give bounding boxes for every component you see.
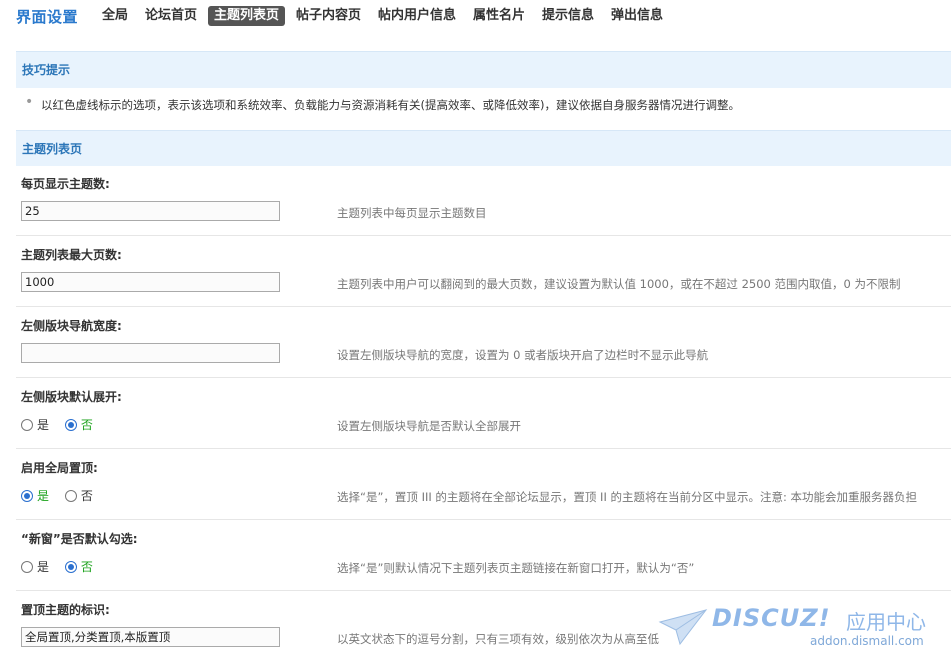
paper-plane-icon [658,609,708,646]
radio-no[interactable] [64,560,77,573]
setting-description: 主题列表中每页显示主题数目 [337,206,487,220]
page-title: 界面设置 [16,8,79,26]
tab-post-user-info[interactable]: 帖内用户信息 [374,6,460,26]
setting-label: 启用全局置顶: [21,461,98,475]
radio-group: 是 否 [21,558,105,574]
tips-header: 技巧提示 [16,51,951,88]
setting-description: 设置左侧版块导航的宽度，设置为 0 或者版块开启了边栏时不显示此导航 [337,348,709,362]
sticky-labels-input[interactable] [21,627,280,647]
tips-title: 技巧提示 [22,63,71,77]
setting-label: 置顶主题的标识: [21,603,110,617]
tab-thread-list[interactable]: 主题列表页 [208,6,286,26]
discuz-logo-text: DISCUZ! [712,604,831,632]
setting-left-nav-width: 左侧版块导航宽度: 设置左侧版块导航的宽度，设置为 0 或者版块开启了边栏时不显… [16,307,951,378]
setting-global-sticky: 启用全局置顶: 是 否 选择“是”，置顶 III 的主题将在全部论坛显示，置顶 … [16,449,951,520]
tab-forum-home[interactable]: 论坛首页 [141,6,201,26]
app-center-text: 应用中心 [846,610,926,634]
tips-content: • 以红色虚线标示的选项，表示该选项和系统效率、负载能力与资源消耗有关(提高效率… [16,88,951,124]
setting-label: 主题列表最大页数: [21,248,122,262]
watermark-url: addon.dismall.com [810,634,924,648]
radio-yes-label[interactable]: 是 [37,487,49,504]
setting-max-pages: 主题列表最大页数: 主题列表中用户可以翻阅到的最大页数，建议设置为默认值 100… [16,236,951,307]
setting-description: 主题列表中用户可以翻阅到的最大页数，建议设置为默认值 1000，或在不超过 25… [337,277,901,291]
setting-label: 每页显示主题数: [21,177,110,191]
radio-group: 是 否 [21,487,105,503]
radio-no-label[interactable]: 否 [81,416,93,433]
radio-no[interactable] [64,418,77,431]
tab-prompt-info[interactable]: 提示信息 [538,6,598,26]
setting-description: 选择“是”则默认情况下主题列表页主题链接在新窗口打开，默认为“否” [337,561,695,575]
tab-post-content[interactable]: 帖子内容页 [292,6,365,26]
setting-new-window-default: “新窗”是否默认勾选: 是 否 选择“是”则默认情况下主题列表页主题链接在新窗口… [16,520,951,591]
radio-yes[interactable] [21,418,33,431]
setting-label: 左侧版块导航宽度: [21,319,122,333]
max-pages-input[interactable] [21,272,280,292]
setting-threads-per-page: 每页显示主题数: 主题列表中每页显示主题数目 [16,165,951,236]
radio-yes[interactable] [21,560,33,573]
section-title: 主题列表页 [22,142,83,156]
radio-no-label[interactable]: 否 [81,487,93,504]
threads-per-page-input[interactable] [21,201,280,221]
tab-attribute-card[interactable]: 属性名片 [469,6,529,26]
top-nav: 界面设置 全局 论坛首页 主题列表页 帖子内容页 帖内用户信息 属性名片 提示信… [0,0,951,34]
setting-description: 设置左侧版块导航是否默认全部展开 [337,419,521,433]
tab-popup-info[interactable]: 弹出信息 [607,6,667,26]
left-nav-width-input[interactable] [21,343,280,363]
setting-description: 选择“是”，置顶 III 的主题将在全部论坛显示，置顶 II 的主题将在当前分区… [337,490,918,504]
radio-yes-label[interactable]: 是 [37,558,49,575]
setting-left-nav-expand: 左侧版块默认展开: 是 否 设置左侧版块导航是否默认全部展开 [16,378,951,449]
radio-no[interactable] [64,489,77,502]
section-header: 主题列表页 [16,130,951,166]
setting-description: 以英文状态下的逗号分割，只有三项有效，级别依次为从高至低 [337,632,659,646]
setting-label: “新窗”是否默认勾选: [21,532,138,546]
bullet-icon: • [25,94,34,110]
radio-yes[interactable] [21,489,33,502]
radio-yes-label[interactable]: 是 [37,416,49,433]
radio-group: 是 否 [21,416,105,432]
discuz-watermark: DISCUZ! 应用中心 addon.dismall.com [650,598,951,667]
tips-text: 以红色虚线标示的选项，表示该选项和系统效率、负载能力与资源消耗有关(提高效率、或… [41,98,740,112]
setting-label: 左侧版块默认展开: [21,390,122,404]
radio-no-label[interactable]: 否 [81,558,93,575]
tab-global[interactable]: 全局 [98,6,132,26]
